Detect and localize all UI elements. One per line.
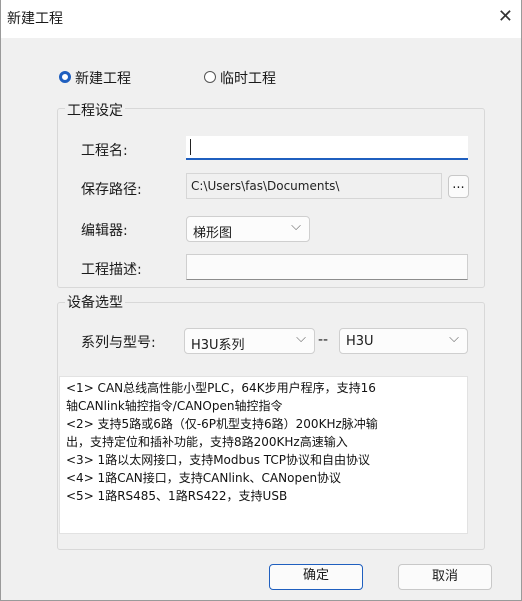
radio-temp-indicator[interactable] bbox=[204, 71, 216, 83]
editor-label: 编辑器: bbox=[81, 223, 128, 239]
browse-button[interactable]: ... bbox=[448, 175, 469, 198]
radio-temp-label: 临时工程 bbox=[220, 71, 276, 87]
close-icon[interactable]: ✕ bbox=[498, 6, 513, 27]
series-model-label: 系列与型号: bbox=[81, 335, 156, 351]
series-select-value: H3U系列 bbox=[191, 338, 245, 353]
title-bar: 新建工程 ✕ bbox=[1, 0, 521, 38]
project-name-input[interactable] bbox=[186, 136, 468, 160]
save-path-field[interactable]: C:\Users\fas\Documents\ bbox=[186, 173, 442, 199]
new-project-dialog: 新建工程 ✕ 新建工程 临时工程 工程设定 工程名: 保存路径: C:\User… bbox=[0, 0, 522, 601]
save-path-label: 保存路径: bbox=[81, 182, 142, 198]
model-select-value: H3U bbox=[346, 334, 374, 349]
feature-line: 轴CANlink轴控指令/CANOpen轴控指令 bbox=[66, 399, 283, 413]
model-select[interactable]: H3U ⌵ bbox=[339, 328, 468, 354]
editor-select[interactable]: 梯形图 ⌵ bbox=[186, 216, 310, 242]
feature-line: <4> 1路CAN接口，支持CANlink、CANopen协议 bbox=[66, 471, 342, 485]
project-settings-label: 工程设定 bbox=[65, 100, 125, 120]
feature-line: 出，支持定位和插补功能，支持8路200KHz高速输入 bbox=[66, 435, 348, 449]
chevron-down-icon: ⌵ bbox=[449, 331, 459, 346]
project-desc-label: 工程描述: bbox=[81, 262, 142, 278]
radio-new-indicator[interactable] bbox=[59, 71, 71, 83]
chevron-down-icon: ⌵ bbox=[291, 219, 301, 234]
device-features-text: <1> CAN总线高性能小型PLC，64K步用户程序，支持16 轴CANlink… bbox=[59, 376, 468, 534]
editor-select-value: 梯形图 bbox=[193, 226, 233, 241]
ok-button[interactable]: 确定 bbox=[269, 564, 363, 590]
series-model-separator: -- bbox=[318, 332, 329, 348]
feature-line: <5> 1路RS485、1路RS422，支持USB bbox=[66, 489, 288, 503]
project-desc-input[interactable] bbox=[186, 254, 468, 280]
chevron-down-icon: ⌵ bbox=[296, 331, 306, 346]
radio-new-label: 新建工程 bbox=[75, 71, 131, 87]
project-name-label: 工程名: bbox=[81, 143, 128, 159]
feature-line: <2> 支持5路或6路（仅-6P机型支持6路）200KHz脉冲输 bbox=[66, 417, 378, 431]
cancel-button[interactable]: 取消 bbox=[398, 564, 492, 590]
feature-line: <1> CAN总线高性能小型PLC，64K步用户程序，支持16 bbox=[66, 381, 376, 395]
dialog-title: 新建工程 bbox=[7, 11, 63, 27]
series-select[interactable]: H3U系列 ⌵ bbox=[184, 328, 315, 354]
device-selection-label: 设备选型 bbox=[65, 292, 125, 312]
feature-line: <3> 1路以太网接口，支持Modbus TCP协议和自由协议 bbox=[66, 453, 371, 467]
text-caret bbox=[190, 139, 191, 155]
